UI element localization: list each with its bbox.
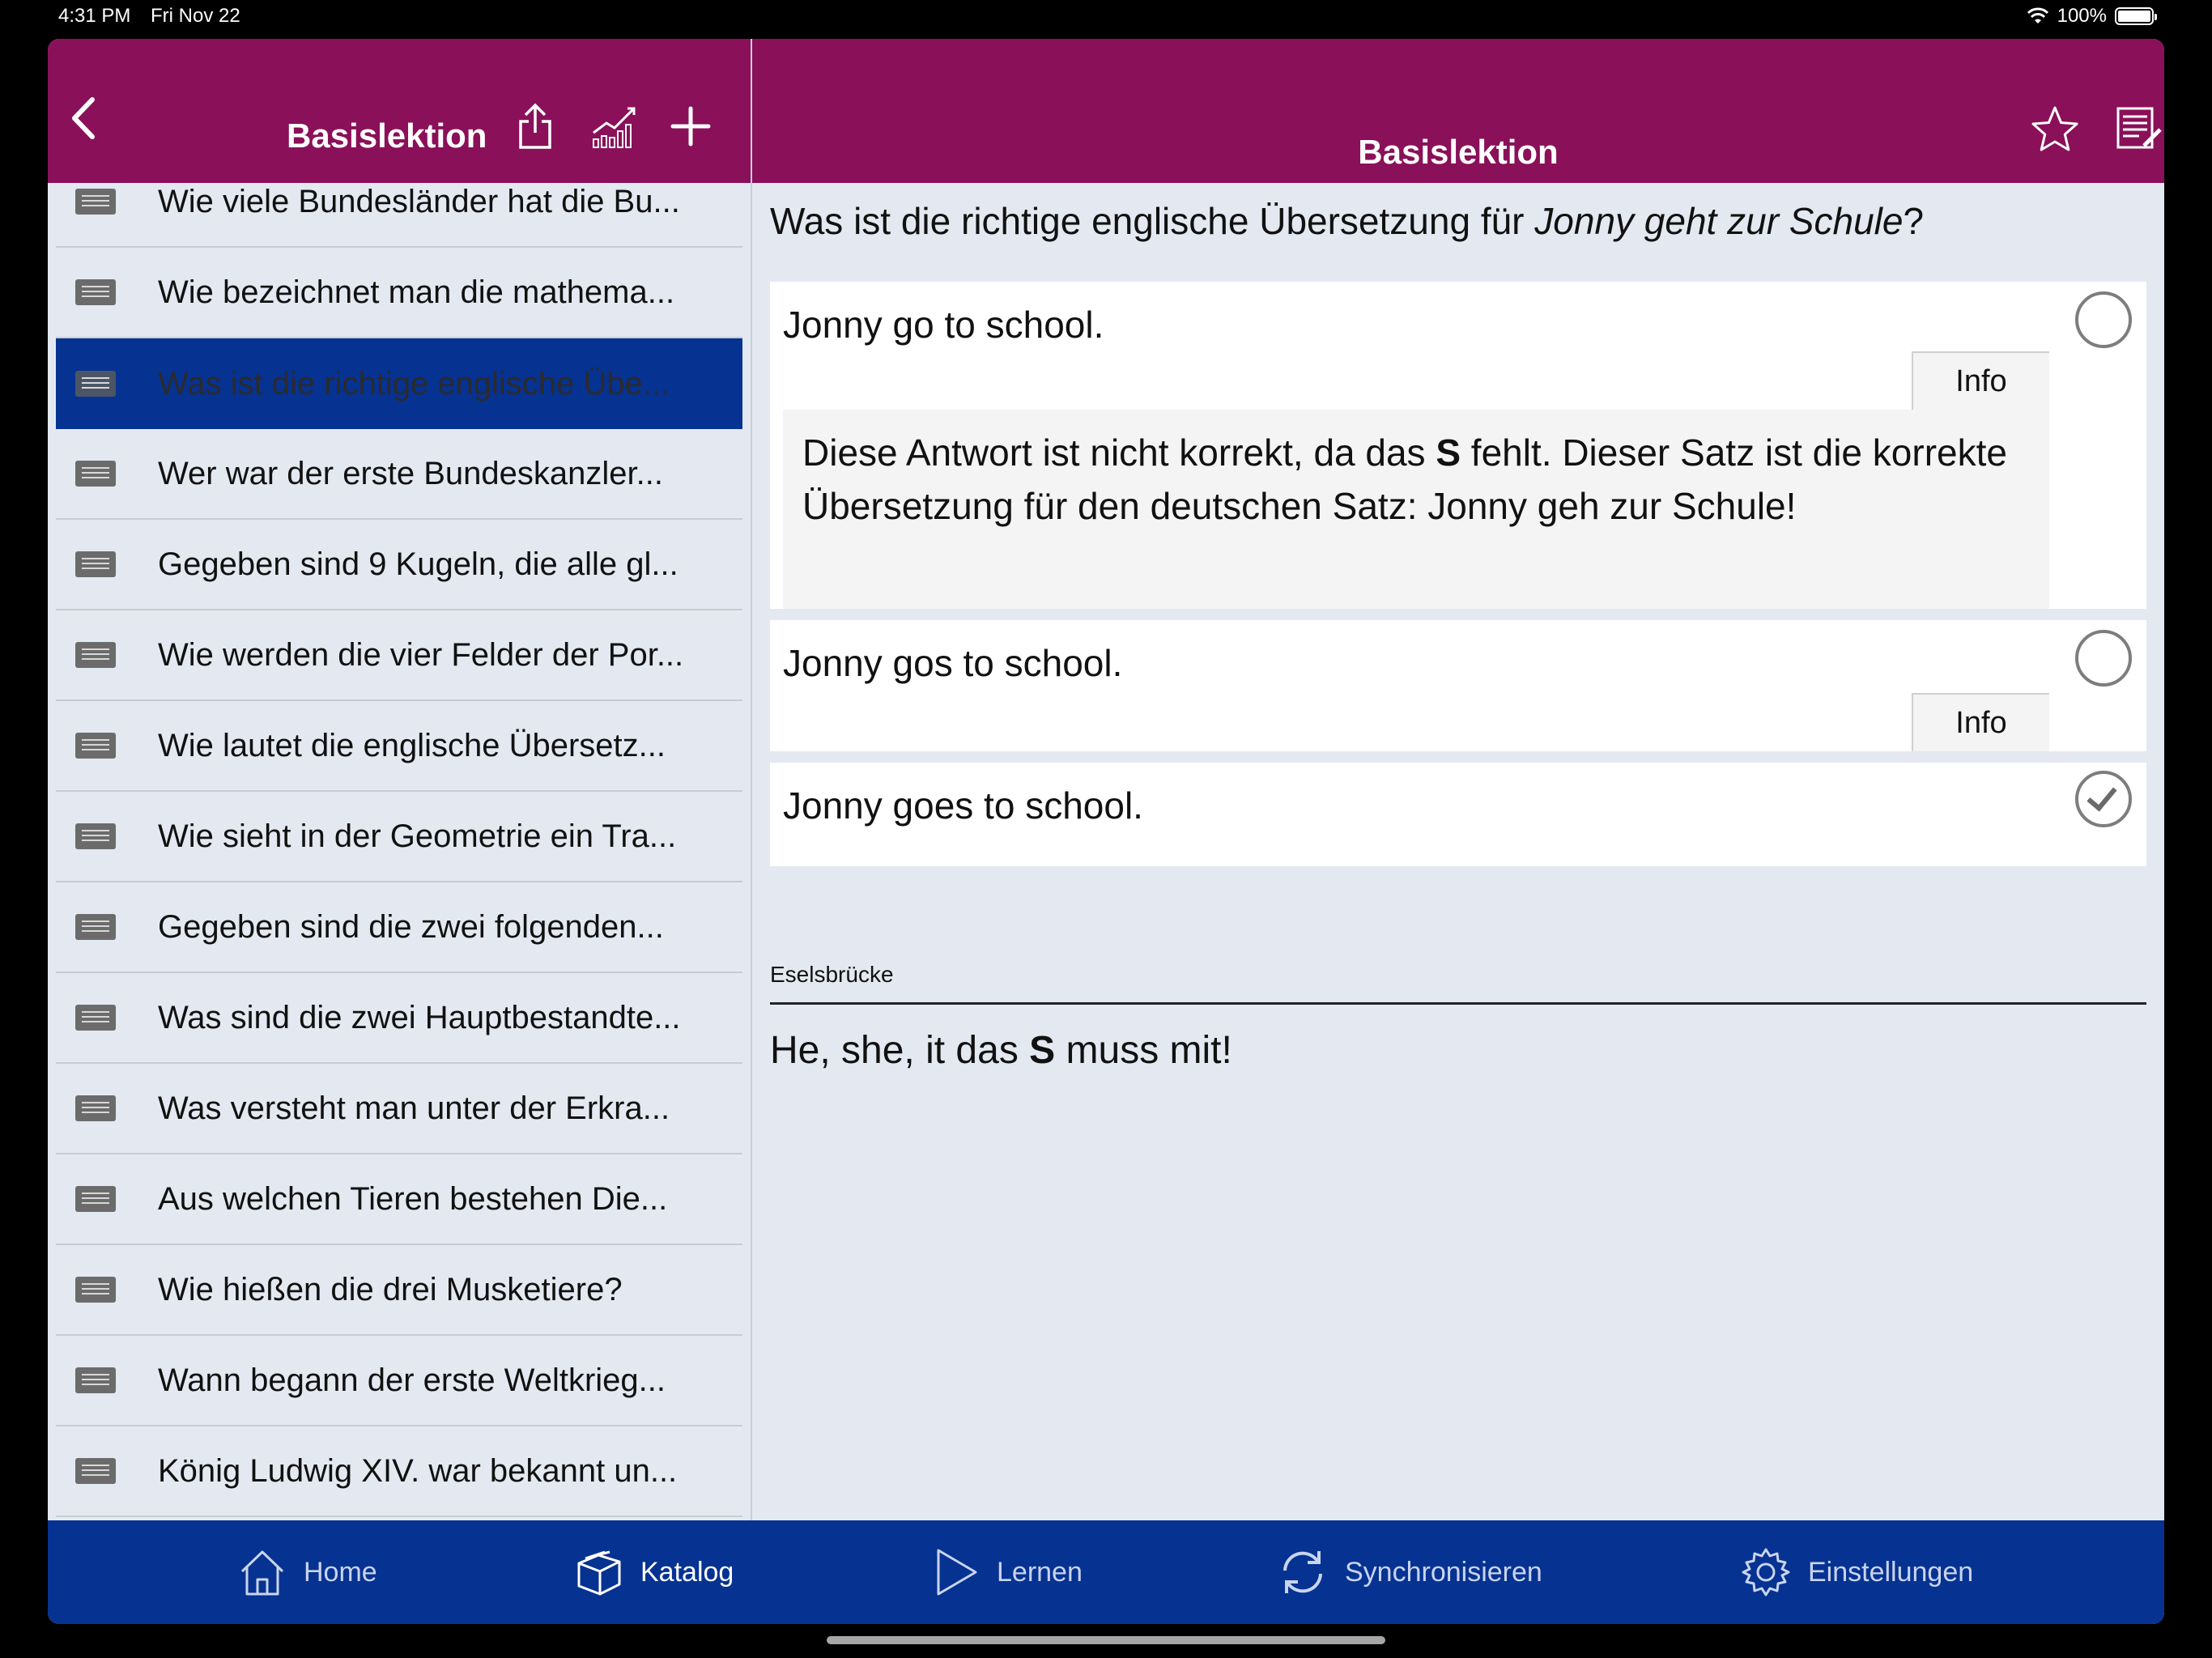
detail-title: Basislektion: [1358, 133, 1559, 171]
tab-label: Katalog: [640, 1556, 734, 1588]
tab-synchronisieren[interactable]: Synchronisieren: [1277, 1520, 1542, 1624]
mnemonic-label: Eselsbrücke: [770, 962, 894, 987]
list-header: Basislektion: [48, 39, 751, 183]
document-icon: [75, 1095, 116, 1121]
info-button[interactable]: Info: [1912, 693, 2049, 751]
question-text: Was ist die richtige englische Übersetzu…: [770, 200, 1925, 242]
document-icon: [75, 371, 116, 397]
tab-label: Lernen: [997, 1556, 1083, 1588]
detail-header: Basislektion: [752, 39, 2164, 183]
status-date: Fri Nov 22: [151, 5, 240, 27]
list-item-label: Wann begann der erste Weltkrieg...: [158, 1362, 666, 1398]
document-icon: [75, 1277, 116, 1303]
tab-label: Home: [304, 1556, 377, 1588]
answer-option[interactable]: Jonny go to school. Info Diese Antwort i…: [770, 282, 2146, 609]
home-icon: [240, 1550, 284, 1596]
list-item-label: Gegeben sind die zwei folgenden...: [158, 908, 664, 945]
document-icon: [75, 189, 116, 215]
list-item-label: Wie viele Bundesländer hat die Bu...: [158, 183, 680, 219]
question-detail: Was ist die richtige englische Übersetzu…: [752, 183, 2164, 1520]
tab-label: Einstellungen: [1808, 1556, 1974, 1588]
tab-label: Synchronisieren: [1345, 1556, 1542, 1588]
answer-text: Jonny goes to school.: [783, 784, 1143, 827]
status-time: 4:31 PM: [58, 5, 131, 27]
star-icon[interactable]: [2027, 100, 2083, 157]
question-list: Wie viele Bundesländer hat die Bu... Wie…: [48, 183, 751, 1520]
list-item-label: Wie hießen die drei Musketiere?: [158, 1271, 623, 1307]
home-indicator[interactable]: [827, 1636, 1385, 1644]
list-item[interactable]: Wie hießen die drei Musketiere?: [56, 1245, 742, 1336]
answer-option[interactable]: Jonny gos to school. Info: [770, 620, 2146, 751]
document-icon: [75, 823, 116, 849]
list-item-label: Aus welchen Tieren bestehen Die...: [158, 1180, 668, 1217]
tab-lernen[interactable]: Lernen: [930, 1520, 1083, 1624]
answer-radio[interactable]: [2075, 291, 2132, 348]
list-item-label: Was sind die zwei Hauptbestandte...: [158, 999, 681, 1035]
document-icon: [75, 551, 116, 577]
list-item-label: Wer war der erste Bundeskanzler...: [158, 455, 663, 491]
list-item[interactable]: Wie lautet die englische Übersetz...: [56, 701, 742, 792]
list-item[interactable]: Gegeben sind die zwei folgenden...: [56, 882, 742, 973]
mnemonic-divider: [770, 1002, 2146, 1005]
list-item[interactable]: Wer war der erste Bundeskanzler...: [56, 429, 742, 520]
share-icon[interactable]: [506, 97, 564, 155]
list-item[interactable]: Wie werden die vier Felder der Por...: [56, 610, 742, 701]
list-item[interactable]: Wie bezeichnet man die mathema...: [56, 248, 742, 338]
list-item-label: Wie werden die vier Felder der Por...: [158, 636, 684, 673]
play-icon: [937, 1549, 977, 1596]
document-icon: [75, 914, 116, 940]
list-item-selected[interactable]: Was ist die richtige englische Übe...: [56, 338, 742, 429]
info-button[interactable]: Info: [1912, 351, 2049, 410]
document-icon: [75, 733, 116, 759]
document-icon: [75, 1186, 116, 1212]
list-item[interactable]: König Ludwig XIV. war bekannt un...: [56, 1426, 742, 1517]
list-item-label: Was versteht man unter der Erkra...: [158, 1090, 670, 1126]
info-panel: Diese Antwort ist nicht korrekt, da das …: [783, 410, 2049, 609]
tab-einstellungen[interactable]: Einstellungen: [1740, 1520, 1973, 1624]
sync-icon: [1283, 1551, 1322, 1593]
status-bar: 4:31 PM Fri Nov 22 100%: [0, 0, 2212, 37]
battery-icon: [2115, 7, 2157, 25]
list-item-label: Gegeben sind 9 Kugeln, die alle gl...: [158, 546, 678, 582]
list-item[interactable]: Wie sieht in der Geometrie ein Tra...: [56, 792, 742, 882]
list-item-label: Wie sieht in der Geometrie ein Tra...: [158, 818, 677, 854]
battery-percent: 100%: [2057, 5, 2107, 27]
list-item-label: Wie bezeichnet man die mathema...: [158, 274, 675, 310]
gear-icon: [1742, 1548, 1790, 1596]
answer-radio[interactable]: [2075, 630, 2132, 687]
list-item[interactable]: Was sind die zwei Hauptbestandte...: [56, 973, 742, 1064]
document-icon: [75, 642, 116, 668]
list-item[interactable]: Was versteht man unter der Erkra...: [56, 1064, 742, 1154]
document-icon: [75, 279, 116, 305]
catalog-icon: [577, 1550, 621, 1596]
document-icon: [75, 461, 116, 487]
list-item-label: Was ist die richtige englische Übe...: [158, 365, 670, 402]
edit-notes-icon[interactable]: [2111, 100, 2164, 157]
add-icon[interactable]: [661, 97, 720, 155]
mnemonic-text: He, she, it das S muss mit!: [770, 1029, 1232, 1072]
tab-home[interactable]: Home: [237, 1520, 377, 1624]
app-window: Basislektion Basislektion Wie viele Bund…: [48, 39, 2164, 1624]
document-icon: [75, 1367, 116, 1393]
document-icon: [75, 1458, 116, 1484]
answer-text: Jonny go to school.: [783, 304, 1104, 346]
answer-text: Jonny gos to school.: [783, 642, 1123, 684]
checkmark-icon[interactable]: [2075, 771, 2132, 827]
list-item[interactable]: Wie viele Bundesländer hat die Bu...: [56, 183, 742, 248]
answer-option[interactable]: Jonny goes to school.: [770, 763, 2146, 866]
list-item-label: Wie lautet die englische Übersetz...: [158, 727, 666, 763]
tab-katalog[interactable]: Katalog: [574, 1520, 734, 1624]
list-item[interactable]: Gegeben sind 9 Kugeln, die alle gl...: [56, 520, 742, 610]
wifi-icon: [2027, 7, 2048, 23]
tab-bar: Home Katalog Lernen Synchronisieren Eins…: [48, 1520, 2164, 1624]
list-item-label: König Ludwig XIV. war bekannt un...: [158, 1452, 678, 1489]
list-item[interactable]: Aus welchen Tieren bestehen Die...: [56, 1154, 742, 1245]
list-title: Basislektion: [287, 117, 487, 155]
back-chevron-icon[interactable]: [57, 92, 109, 144]
list-item[interactable]: Wann begann der erste Weltkrieg...: [56, 1336, 742, 1426]
document-icon: [75, 1005, 116, 1031]
statistics-icon[interactable]: [584, 97, 645, 155]
